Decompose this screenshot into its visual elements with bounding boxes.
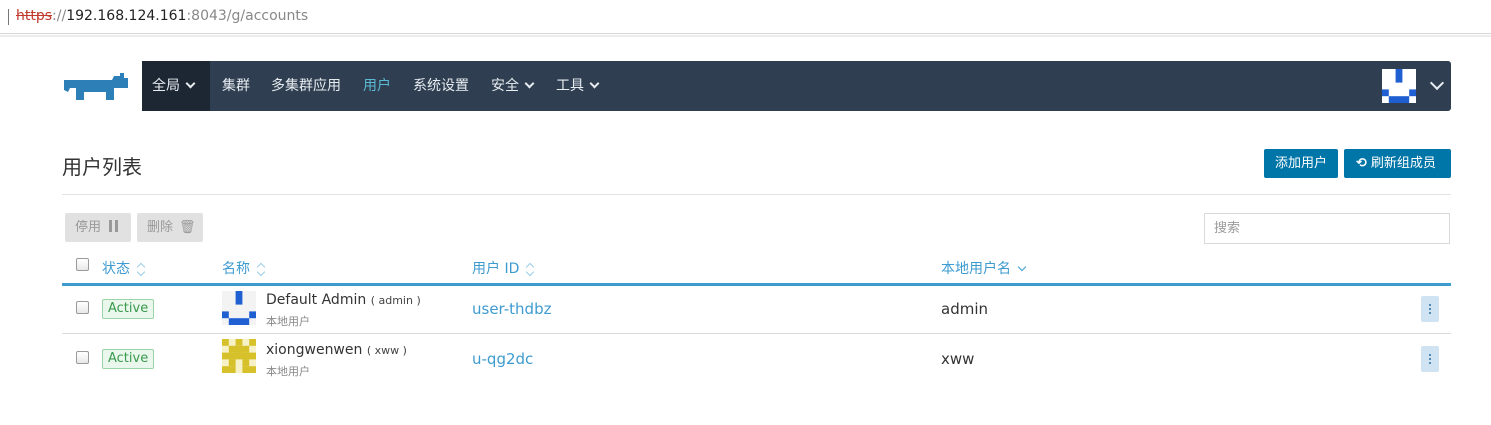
nav-tools-label: 工具 [556, 78, 584, 94]
toolbar-divider [0, 35, 1491, 37]
nav-security-label: 安全 [491, 78, 519, 94]
sort-desc-icon [1017, 262, 1027, 276]
url-path: :8043/g/accounts [186, 8, 309, 24]
nav-item-security[interactable]: 安全 [491, 61, 535, 111]
pause-icon [109, 220, 119, 232]
deactivate-label: 停用 [75, 220, 102, 235]
column-header-user-id[interactable]: 用户 ID [472, 258, 535, 278]
local-username: admin [941, 300, 988, 318]
user-login-text: ( admin ) [370, 294, 421, 307]
nav-item-clusters[interactable]: 集群 [222, 61, 250, 111]
user-id-link[interactable]: u-qg2dc [472, 350, 533, 368]
deactivate-button[interactable]: 停用 [65, 213, 131, 242]
column-user-id-label: 用户 ID [472, 261, 520, 277]
chevron-down-icon [589, 78, 600, 89]
nav-item-tools[interactable]: 工具 [556, 61, 600, 111]
user-avatar-menu[interactable] [1382, 69, 1416, 103]
user-avatar-icon [1382, 69, 1416, 103]
user-type: 本地用户 [266, 365, 310, 378]
user-menu-chevron-icon[interactable] [1425, 75, 1445, 95]
column-header-name[interactable]: 名称 [222, 258, 266, 278]
refresh-icon: ⟲ [1356, 156, 1367, 171]
url-separator: :// [52, 8, 67, 24]
table-header-divider [62, 283, 1451, 286]
add-user-button[interactable]: 添加用户 [1264, 149, 1338, 178]
status-badge: Active [102, 349, 155, 369]
select-all-checkbox[interactable] [76, 258, 89, 271]
status-badge: Active [102, 299, 155, 319]
column-name-label: 名称 [222, 261, 250, 277]
user-name-text: Default Admin [266, 292, 367, 308]
nav-global-menu[interactable]: 全局 [142, 61, 210, 111]
user-type: 本地用户 [266, 315, 310, 328]
row-actions-kebab-icon[interactable] [1421, 296, 1439, 322]
trash-icon: 🗑 [179, 220, 196, 235]
column-status-label: 状态 [102, 261, 130, 277]
user-avatar-icon [222, 291, 256, 325]
sort-icon [136, 262, 146, 276]
local-username: xww [941, 350, 975, 368]
rancher-logo-icon[interactable] [62, 70, 130, 104]
user-name-text: xiongwenwen [266, 342, 363, 358]
search-input[interactable] [1204, 213, 1450, 244]
user-id-link[interactable]: user-thdbz [472, 300, 551, 318]
refresh-group-members-button[interactable]: ⟲ 刷新组成员 [1344, 149, 1451, 178]
nav-item-settings[interactable]: 系统设置 [413, 61, 469, 111]
sort-icon [256, 262, 266, 276]
row-checkbox[interactable] [76, 351, 89, 364]
nav-item-multi-cluster-apps[interactable]: 多集群应用 [271, 61, 341, 111]
header-divider [62, 194, 1451, 195]
column-header-status[interactable]: 状态 [102, 258, 146, 278]
nav-global-label: 全局 [152, 78, 180, 94]
delete-label: 删除 [147, 220, 174, 235]
chevron-down-icon [524, 78, 535, 89]
chevron-down-icon [185, 78, 196, 89]
user-avatar-icon [222, 339, 256, 373]
column-local-username-label: 本地用户名 [941, 261, 1011, 277]
url-host: 192.168.124.161 [66, 8, 187, 24]
row-checkbox[interactable] [76, 301, 89, 314]
sort-icon [525, 262, 535, 276]
user-display-name: xiongwenwen ( xww ) [266, 342, 407, 358]
row-divider [62, 333, 1451, 334]
url-text[interactable]: https://192.168.124.161:8043/g/accounts [16, 8, 308, 24]
address-bar[interactable]: https://192.168.124.161:8043/g/accounts [0, 0, 1491, 34]
nav-item-users[interactable]: 用户 [363, 61, 391, 111]
text-caret [8, 9, 9, 25]
user-login-text: ( xww ) [366, 344, 407, 357]
user-display-name: Default Admin ( admin ) [266, 292, 421, 308]
url-scheme: https [16, 8, 53, 24]
top-navigation: 全局 集群 多集群应用 用户 系统设置 安全 工具 [142, 61, 1451, 111]
column-header-local-username[interactable]: 本地用户名 [941, 258, 1027, 278]
delete-button[interactable]: 删除 🗑 [137, 213, 203, 242]
row-actions-kebab-icon[interactable] [1421, 346, 1439, 372]
refresh-label: 刷新组成员 [1370, 156, 1436, 171]
page-title: 用户列表 [62, 155, 142, 179]
